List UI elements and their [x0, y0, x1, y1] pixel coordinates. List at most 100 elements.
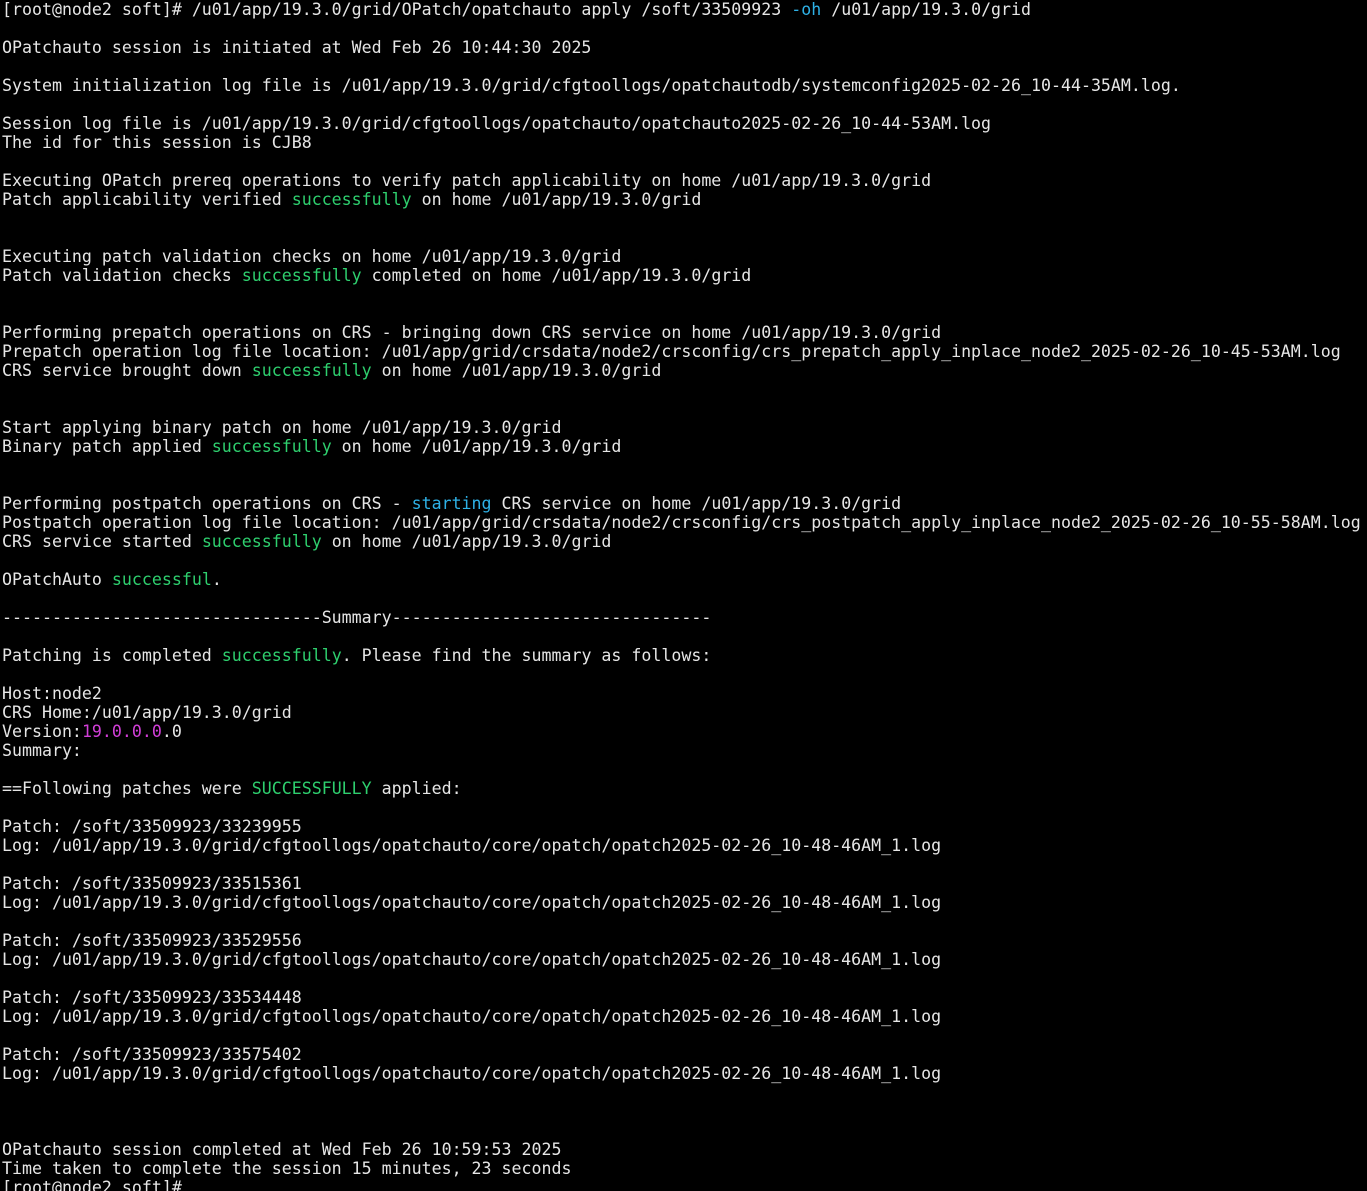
terminal-text-segment: Log: /u01/app/19.3.0/grid/cfgtoollogs/op…: [2, 1007, 942, 1026]
terminal-text-segment: CRS service on home /u01/app/19.3.0/grid: [491, 494, 902, 513]
terminal-line: Postpatch operation log file location: /…: [2, 513, 1367, 532]
terminal-text-segment: Session log file is /u01/app/19.3.0/grid…: [2, 114, 992, 133]
terminal-line: [root@node2 soft]# /u01/app/19.3.0/grid/…: [2, 0, 1367, 19]
terminal-text-segment: on home /u01/app/19.3.0/grid: [321, 532, 612, 551]
terminal-text-segment: Log: /u01/app/19.3.0/grid/cfgtoollogs/op…: [2, 893, 942, 912]
terminal-line: Patch: /soft/33509923/33529556: [2, 931, 1367, 950]
terminal-text-segment: Patching is completed: [2, 646, 222, 665]
terminal-text-segment: Log: /u01/app/19.3.0/grid/cfgtoollogs/op…: [2, 836, 942, 855]
terminal-line: The id for this session is CJB8: [2, 133, 1367, 152]
terminal-text-segment: Patch: /soft/33509923/33534448: [2, 988, 302, 1007]
terminal-text-segment: Executing patch validation checks on hom…: [2, 247, 622, 266]
terminal-text-segment: Performing prepatch operations on CRS - …: [2, 323, 942, 342]
terminal-text-segment: completed on home /u01/app/19.3.0/grid: [361, 266, 752, 285]
terminal-line: Host:node2: [2, 684, 1367, 703]
terminal-line: Patching is completed successfully. Plea…: [2, 646, 1367, 665]
terminal-line: Log: /u01/app/19.3.0/grid/cfgtoollogs/op…: [2, 950, 1367, 969]
terminal-line: System initialization log file is /u01/a…: [2, 76, 1367, 95]
terminal-line: Log: /u01/app/19.3.0/grid/cfgtoollogs/op…: [2, 836, 1367, 855]
terminal-line: Log: /u01/app/19.3.0/grid/cfgtoollogs/op…: [2, 1064, 1367, 1083]
terminal-line: Summary:: [2, 741, 1367, 760]
terminal-text-segment: Patch: /soft/33509923/33239955: [2, 817, 302, 836]
terminal-line: Session log file is /u01/app/19.3.0/grid…: [2, 114, 1367, 133]
terminal-text-segment: CRS service brought down: [2, 361, 252, 380]
terminal-text-segment: OPatchAuto: [2, 570, 112, 589]
terminal-text-segment: OPatchauto session completed at Wed Feb …: [2, 1140, 562, 1159]
terminal-line: Start applying binary patch on home /u01…: [2, 418, 1367, 437]
terminal-text-segment: Executing OPatch prereq operations to ve…: [2, 171, 932, 190]
terminal-text-segment: applied:: [371, 779, 462, 798]
terminal-text-segment: Version:: [2, 722, 82, 741]
terminal-line: Prepatch operation log file location: /u…: [2, 342, 1367, 361]
terminal-text-segment: on home /u01/app/19.3.0/grid: [411, 190, 702, 209]
terminal-line: OPatchauto session completed at Wed Feb …: [2, 1140, 1367, 1159]
terminal-text-segment: ==Following patches were: [2, 779, 252, 798]
terminal-line: Log: /u01/app/19.3.0/grid/cfgtoollogs/op…: [2, 1007, 1367, 1026]
terminal-text-segment: System initialization log file is /u01/a…: [2, 76, 1181, 95]
terminal-text-segment: [root@node2 soft]# /u01/app/19.3.0/grid/…: [2, 0, 792, 19]
terminal-text-segment: [root@node2 soft]#: [2, 1178, 192, 1191]
terminal-line: --------------------------------Summary-…: [2, 608, 1367, 627]
terminal-line: Patch: /soft/33509923/33534448: [2, 988, 1367, 1007]
terminal-line: CRS service started successfully on home…: [2, 532, 1367, 551]
terminal-text-segment: CRS service started: [2, 532, 202, 551]
terminal-text-segment: Start applying binary patch on home /u01…: [2, 418, 562, 437]
terminal-line: Executing patch validation checks on hom…: [2, 247, 1367, 266]
terminal-text-segment: OPatchauto session is initiated at Wed F…: [2, 38, 592, 57]
terminal-text-segment: Binary patch applied: [2, 437, 212, 456]
terminal-text-segment: successfully: [251, 361, 372, 380]
terminal-text-segment: successfully: [241, 266, 362, 285]
terminal-line: OPatchauto session is initiated at Wed F…: [2, 38, 1367, 57]
terminal-text-segment: Patch: /soft/33509923/33575402: [2, 1045, 302, 1064]
terminal-text-segment: --------------------------------Summary-…: [2, 608, 712, 627]
terminal-line: Performing postpatch operations on CRS -…: [2, 494, 1367, 513]
terminal-text-segment: CRS Home:/u01/app/19.3.0/grid: [2, 703, 292, 722]
terminal-line: Patch: /soft/33509923/33239955: [2, 817, 1367, 836]
terminal-text-segment: Time taken to complete the session 15 mi…: [2, 1159, 572, 1178]
terminal-text-segment: Log: /u01/app/19.3.0/grid/cfgtoollogs/op…: [2, 950, 942, 969]
terminal-line: Patch validation checks successfully com…: [2, 266, 1367, 285]
terminal-text-segment: successfully: [221, 646, 342, 665]
shell-prompt-line[interactable]: [root@node2 soft]#: [2, 1178, 1367, 1191]
terminal-text-segment: Patch: /soft/33509923/33515361: [2, 874, 302, 893]
terminal-line: Performing prepatch operations on CRS - …: [2, 323, 1367, 342]
terminal-text-segment: successfully: [201, 532, 322, 551]
terminal-line: Version:19.0.0.0.0: [2, 722, 1367, 741]
terminal-text-segment: -oh: [791, 0, 822, 19]
terminal-text-segment: on home /u01/app/19.3.0/grid: [331, 437, 622, 456]
terminal-text-segment: .0: [161, 722, 182, 741]
terminal-text-segment: SUCCESSFULLY: [251, 779, 372, 798]
terminal-text-segment: successful: [111, 570, 212, 589]
terminal-text-segment: Host:node2: [2, 684, 102, 703]
terminal-text-segment: .: [211, 570, 222, 589]
terminal-text-segment: starting: [411, 494, 492, 513]
terminal-line: Executing OPatch prereq operations to ve…: [2, 171, 1367, 190]
terminal-line: ==Following patches were SUCCESSFULLY ap…: [2, 779, 1367, 798]
terminal-line: CRS Home:/u01/app/19.3.0/grid: [2, 703, 1367, 722]
terminal-text-segment: The id for this session is CJB8: [2, 133, 312, 152]
terminal-line: Patch applicability verified successfull…: [2, 190, 1367, 209]
terminal-line: Binary patch applied successfully on hom…: [2, 437, 1367, 456]
terminal-line: OPatchAuto successful.: [2, 570, 1367, 589]
terminal-line: Time taken to complete the session 15 mi…: [2, 1159, 1367, 1178]
terminal-text-segment: /u01/app/19.3.0/grid: [821, 0, 1032, 19]
terminal-line: CRS service brought down successfully on…: [2, 361, 1367, 380]
terminal-output[interactable]: [root@node2 soft]# /u01/app/19.3.0/grid/…: [2, 0, 1367, 1191]
